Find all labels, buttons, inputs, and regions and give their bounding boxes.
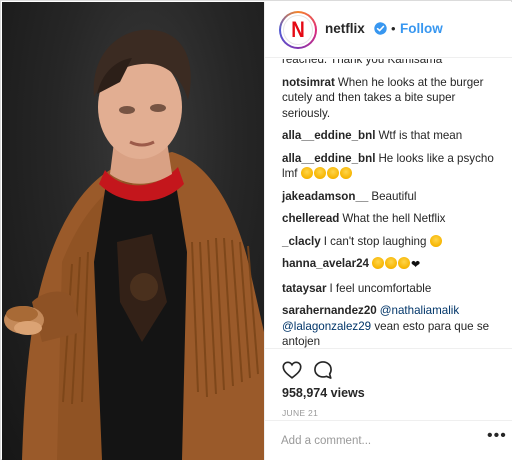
instagram-post-frame: N netflix • Follow reached. Thank you Ka…	[0, 0, 512, 460]
heart-eyes-emoji-icon	[372, 257, 385, 269]
comment-item: reached. Thank you Kamisama	[282, 59, 506, 68]
comment-username[interactable]: chelleread	[282, 212, 339, 225]
comment-username[interactable]: jakeadamson__	[282, 190, 368, 203]
comment-text: I feel uncomfortable	[329, 281, 432, 295]
laughing-emoji-icon	[313, 167, 326, 179]
add-comment-bar: •••	[265, 420, 512, 460]
comment-text: Wtf is that mean	[378, 129, 463, 142]
view-count[interactable]: 958,974 views	[282, 386, 365, 400]
comment-text: I can't stop laughing	[323, 234, 430, 248]
comment-mention-link[interactable]: @lalagonzalez29	[282, 320, 371, 333]
verified-badge-icon	[374, 22, 387, 35]
comment-item: sarahernandez20 @nathaliamalik @lalagonza…	[282, 303, 506, 349]
add-comment-input[interactable]	[281, 431, 471, 451]
comment-mention-link[interactable]: @nathaliamalik	[380, 304, 459, 317]
comment-username[interactable]: tataysar	[282, 282, 326, 295]
laughing-emoji-icon	[300, 167, 313, 179]
video-frame-illustration	[4, 29, 264, 460]
comment-username[interactable]: notsimrat	[282, 76, 335, 89]
post-details-panel: N netflix • Follow reached. Thank you Ka…	[264, 2, 512, 460]
more-options-button[interactable]: •••	[487, 427, 507, 445]
comment-item: jakeadamson__ Beautiful	[282, 189, 506, 205]
follow-button[interactable]: Follow	[400, 21, 443, 36]
comments-list[interactable]: reached. Thank you Kamisama notsimrat When…	[265, 59, 512, 349]
comment-item: chelleread What the hell Netflix	[282, 211, 506, 227]
comment-item: hanna_avelar24 ❤	[282, 256, 506, 274]
comment-item: alla__eddine_bnl He looks like a psycho l…	[282, 151, 506, 182]
comment-text: Beautiful	[371, 189, 417, 203]
avatar[interactable]: N	[279, 11, 317, 49]
laughing-emoji-icon	[339, 167, 352, 179]
post-video[interactable]	[2, 2, 264, 460]
comment-username[interactable]: alla__eddine_bnl	[282, 152, 375, 165]
comment-item: alla__eddine_bnl Wtf is that mean	[282, 128, 506, 144]
heart-eyes-emoji-icon	[398, 257, 411, 269]
comment-item: tataysar I feel uncomfortable	[282, 281, 506, 297]
account-handle[interactable]: netflix	[325, 21, 365, 36]
netflix-logo: N	[291, 17, 305, 42]
laughing-emoji-icon	[429, 234, 442, 247]
black-heart-icon: ❤	[411, 259, 421, 271]
comment-text: What the hell Netflix	[342, 212, 446, 225]
comment-username[interactable]: _clacly	[282, 235, 321, 248]
comment-text: reached. Thank you Kamisama	[282, 59, 443, 66]
comment-item: _clacly I can't stop laughing	[282, 234, 506, 250]
header-separator: •	[391, 21, 396, 36]
post-date[interactable]: JUNE 21	[282, 408, 318, 418]
comment-username[interactable]: alla__eddine_bnl	[282, 129, 375, 142]
comment-bubble-icon[interactable]	[312, 359, 334, 381]
comment-item: notsimrat When he looks at the burger cut…	[282, 75, 506, 122]
heart-eyes-emoji-icon	[385, 257, 398, 269]
laughing-emoji-icon	[326, 167, 339, 179]
comment-username[interactable]: hanna_avelar24	[282, 257, 369, 270]
heart-outline-icon[interactable]	[281, 359, 303, 381]
post-header: N netflix • Follow	[265, 2, 512, 58]
comment-username[interactable]: sarahernandez20	[282, 304, 377, 317]
